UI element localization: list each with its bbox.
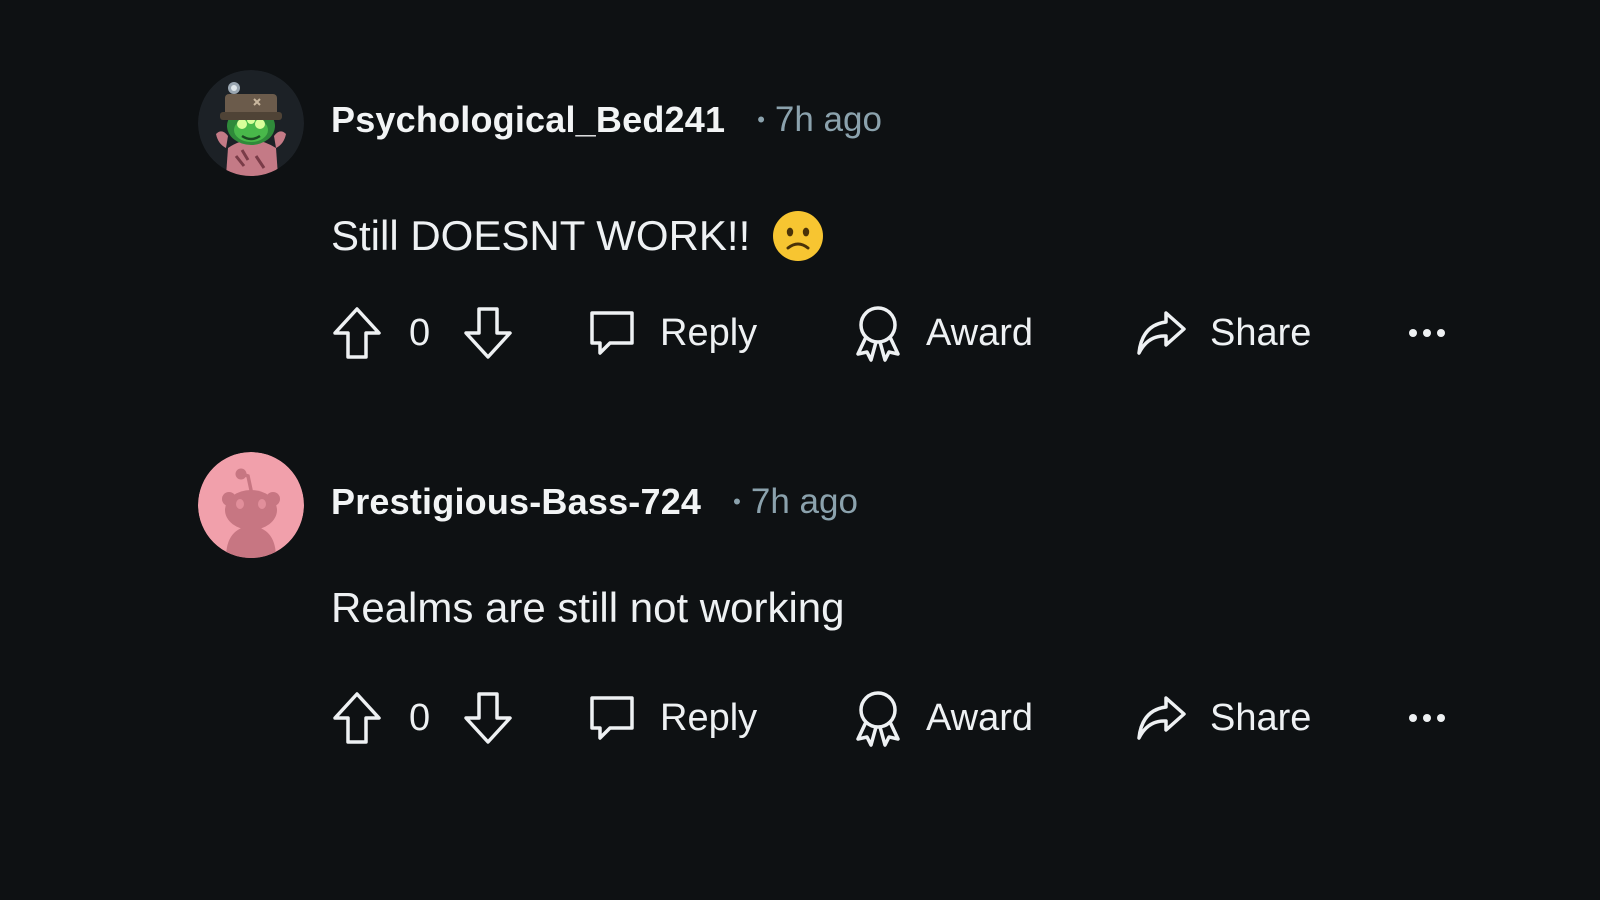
comment-bubble-icon: [590, 311, 634, 355]
slightly-frowning-face-icon: [773, 211, 824, 261]
meta-separator: •: [733, 489, 741, 514]
ellipsis-icon: [1409, 329, 1445, 337]
vote-score: 0: [409, 312, 431, 354]
comment-meta: Psychological_Bed241 • 7h ago: [331, 99, 882, 141]
reply-label: Reply: [660, 311, 758, 354]
vote-score: 0: [409, 697, 431, 739]
avatar-image: [198, 70, 304, 176]
comment-bubble-icon: [590, 696, 634, 740]
award-button[interactable]: Award: [852, 688, 1033, 748]
share-button[interactable]: Share: [1134, 688, 1311, 748]
arrow-down-icon: [464, 307, 512, 359]
share-arrow-icon: [1137, 311, 1186, 355]
award-label: Award: [926, 311, 1034, 354]
comment-actions: 0 Reply Award Share: [331, 303, 1451, 363]
avatar-image: [198, 452, 304, 558]
avatar[interactable]: [198, 70, 304, 176]
upvote-button[interactable]: [331, 303, 383, 363]
timestamp[interactable]: 7h ago: [775, 100, 882, 140]
ellipsis-icon: [1409, 714, 1445, 722]
arrow-up-icon: [333, 692, 381, 744]
share-button[interactable]: Share: [1134, 303, 1311, 363]
award-label: Award: [926, 696, 1034, 739]
comment-body: Still DOESNT WORK!!: [331, 210, 824, 262]
arrow-down-icon: [464, 692, 512, 744]
timestamp[interactable]: 7h ago: [751, 482, 858, 522]
award-ribbon-icon: [856, 691, 900, 747]
more-options-button[interactable]: [1407, 688, 1447, 748]
arrow-up-icon: [333, 307, 381, 359]
award-ribbon-icon: [856, 306, 900, 362]
reply-button[interactable]: Reply: [586, 688, 757, 748]
reply-label: Reply: [660, 696, 758, 739]
share-label: Share: [1210, 311, 1312, 354]
username[interactable]: Prestigious-Bass-724: [331, 481, 701, 523]
downvote-button[interactable]: [462, 303, 514, 363]
share-label: Share: [1210, 696, 1312, 739]
more-options-button[interactable]: [1407, 303, 1447, 363]
comment-body: Realms are still not working: [331, 584, 845, 632]
share-arrow-icon: [1137, 696, 1186, 740]
comment-actions: 0 Reply Award Share: [331, 688, 1451, 748]
upvote-button[interactable]: [331, 688, 383, 748]
username[interactable]: Psychological_Bed241: [331, 99, 725, 141]
comment-text: Still DOESNT WORK!!: [331, 212, 751, 259]
meta-separator: •: [757, 107, 765, 132]
comment-text: Realms are still not working: [331, 584, 845, 631]
comment-meta: Prestigious-Bass-724 • 7h ago: [331, 481, 858, 523]
award-button[interactable]: Award: [852, 303, 1033, 363]
downvote-button[interactable]: [462, 688, 514, 748]
reply-button[interactable]: Reply: [586, 303, 757, 363]
avatar[interactable]: [198, 452, 304, 558]
